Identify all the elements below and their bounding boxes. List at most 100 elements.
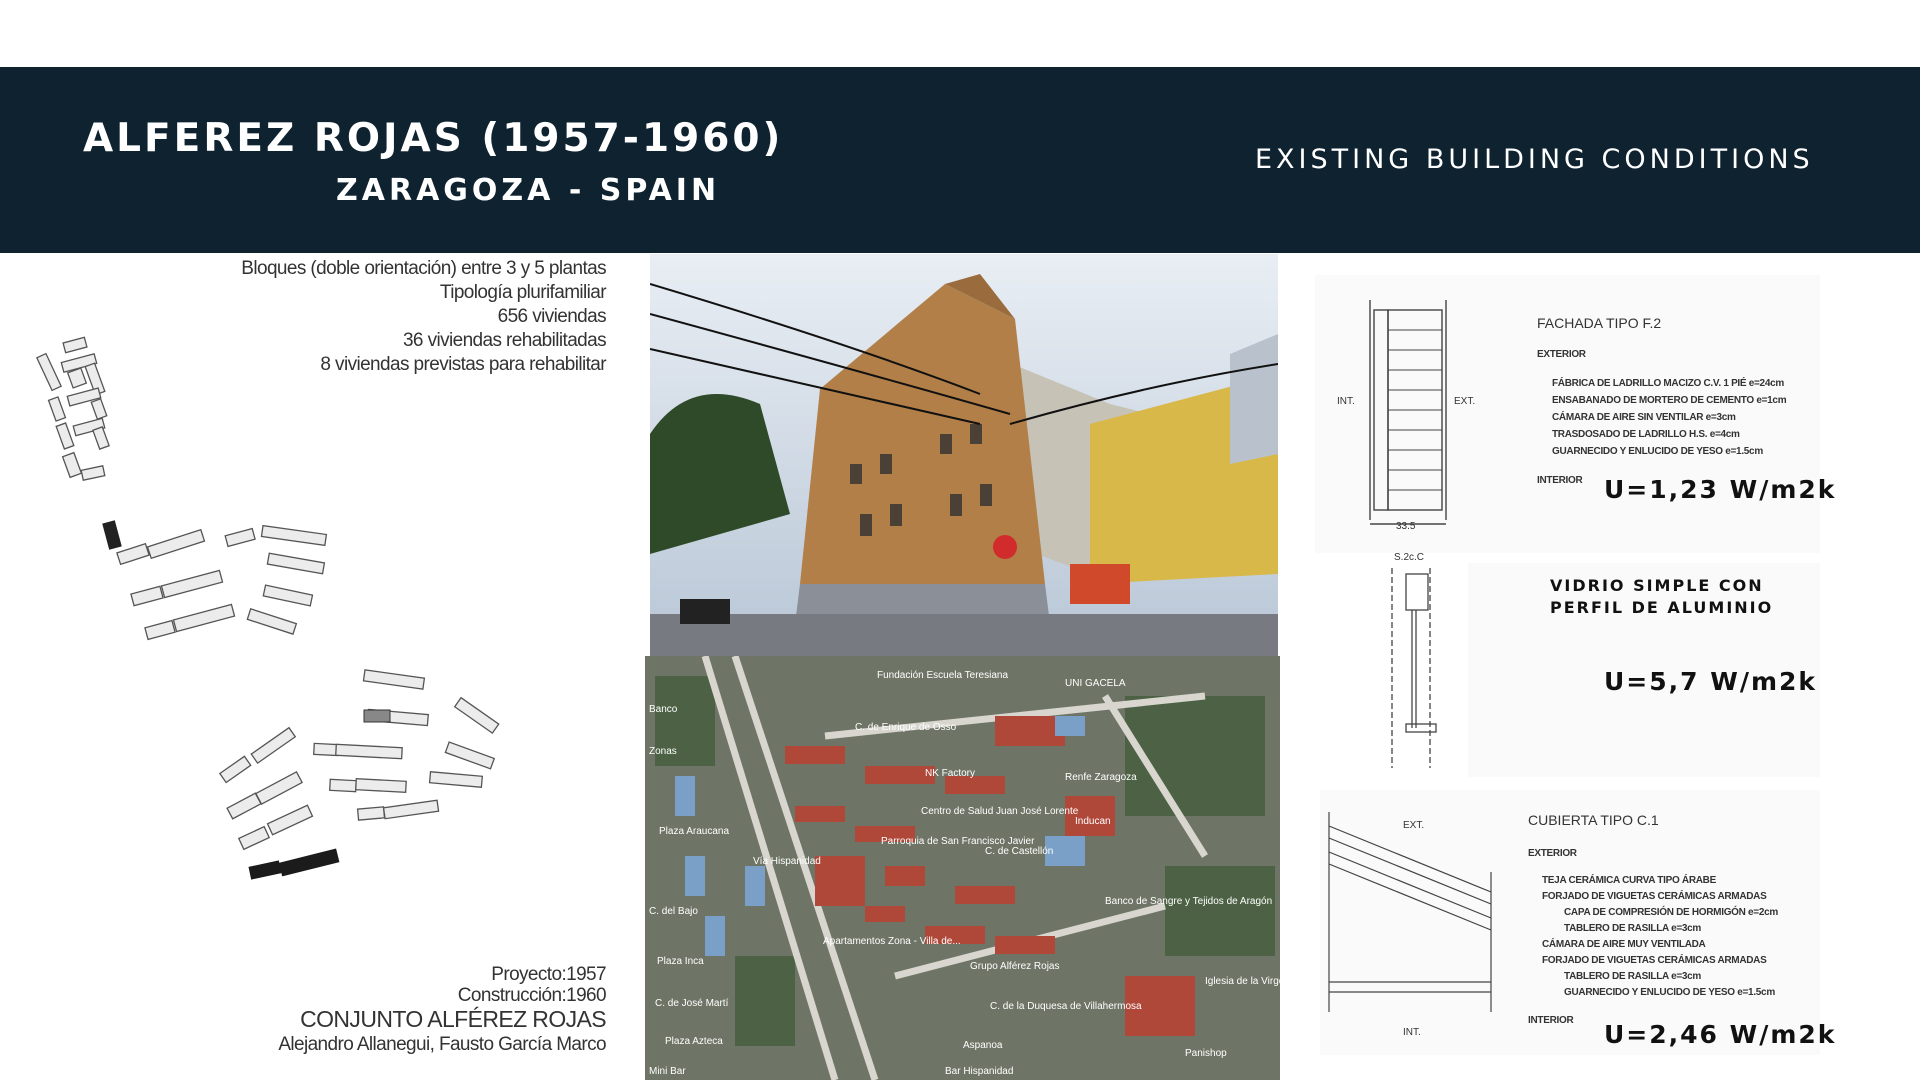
roof-exterior-label: EXTERIOR [1528, 848, 1577, 859]
map-label[interactable]: Centro de Salud Juan José Lorente [921, 806, 1078, 817]
block [90, 397, 108, 421]
facade-section-drawing [1369, 300, 1447, 525]
map-label[interactable]: Fundación Escuela Teresiana [877, 670, 1008, 681]
map-label[interactable]: Banco de Sangre y Tejidos de Aragón [1105, 896, 1272, 907]
block [116, 542, 150, 566]
rehabilitated-block [278, 848, 340, 877]
page-subtitle: ZARAGOZA - SPAIN [336, 173, 721, 208]
block [262, 584, 314, 607]
map-label[interactable]: Plaza Araucana [659, 826, 729, 837]
summary-line-2: Tipología plurifamiliar [439, 282, 607, 303]
roof-layer: TABLERO DE RASILLA e=3cm [1564, 971, 1701, 982]
block [313, 742, 339, 757]
block [160, 569, 224, 599]
roof-layer: TABLERO DE RASILLA e=3cm [1564, 923, 1701, 934]
roof-layer: TEJA CERÁMICA CURVA TIPO ÁRABE [1542, 875, 1716, 886]
block [329, 778, 357, 793]
roof-ext-label: EXT. [1403, 820, 1425, 831]
map-label[interactable]: C. de la Duquesa de Villahermosa [990, 1001, 1142, 1012]
block [35, 352, 63, 392]
map-label[interactable]: C. del Bajo [649, 906, 698, 917]
map-label[interactable]: Inducan [1075, 816, 1111, 827]
map-label[interactable]: Grupo Alférez Rojas [970, 961, 1060, 972]
map-label[interactable]: Iglesia de la Virgen [1205, 976, 1280, 987]
block [356, 806, 386, 821]
block [61, 451, 83, 479]
summary-line-1: Bloques (doble orientación) entre 3 y 5 … [241, 258, 606, 279]
roof-layer: FORJADO DE VIGUETAS CERÁMICAS ARMADAS [1542, 955, 1767, 966]
block [266, 552, 326, 575]
map-label[interactable]: Vía Hispanidad [753, 856, 821, 867]
facade-ext-label: EXT. [1454, 396, 1476, 407]
map-label[interactable]: Banco [649, 704, 677, 715]
block [444, 741, 496, 770]
map-label[interactable]: Apartamentos Zona - Villa de... [823, 936, 961, 947]
map-label[interactable]: C. de Enrique de Osso [855, 722, 956, 733]
roof-u-value: U=2,46 W/m2k [1604, 1020, 1837, 1049]
highlighted-block [102, 520, 122, 550]
map-label[interactable]: Plaza Inca [657, 956, 704, 967]
map-label[interactable]: Plaza Azteca [665, 1036, 723, 1047]
block [246, 608, 298, 635]
satellite-map-illustration [645, 656, 1280, 1080]
block [260, 524, 328, 547]
block [226, 792, 262, 820]
project-name: CONJUNTO ALFÉREZ ROJAS [300, 1006, 606, 1032]
block [453, 696, 500, 735]
section-title: EXISTING BUILDING CONDITIONS [1255, 144, 1814, 175]
roof-layer: CÁMARA DE AIRE MUY VENTILADA [1542, 939, 1706, 950]
facade-layer: TRASDOSADO DE LADRILLO H.S. e=4cm [1552, 429, 1740, 440]
block [266, 804, 314, 836]
facade-layer: ENSABANADO DE MORTERO DE CEMENTO e=1cm [1552, 395, 1787, 406]
block [224, 527, 256, 548]
map-label[interactable]: Panishop [1185, 1048, 1227, 1059]
block [130, 585, 164, 607]
block [218, 755, 252, 784]
facade-u-value: U=1,23 W/m2k [1604, 475, 1837, 504]
map-label[interactable]: Bar Hispanidad [945, 1066, 1013, 1077]
map-label[interactable]: C. de José Martí [655, 998, 728, 1009]
block [146, 528, 206, 560]
street-photo [650, 254, 1278, 656]
map-label[interactable]: C. de Castellón [985, 846, 1053, 857]
block [237, 825, 271, 851]
roof-layer: GUARNECIDO Y ENLUCIDO DE YESO e=1.5cm [1564, 987, 1775, 998]
facade-layer: GUARNECIDO Y ENLUCIDO DE YESO e=1.5cm [1552, 446, 1763, 457]
block [355, 778, 407, 793]
facade-exterior-label: EXTERIOR [1537, 349, 1586, 360]
facade-layer: CÁMARA DE AIRE SIN VENTILAR e=3cm [1552, 412, 1736, 423]
block [428, 771, 484, 788]
block [362, 669, 426, 690]
block [80, 465, 106, 481]
roof-layer: CAPA DE COMPRESIÓN DE HORMIGÓN e=2cm [1564, 907, 1778, 918]
block [55, 422, 75, 450]
map-label[interactable]: Aspanoa [963, 1040, 1002, 1051]
map-label[interactable]: NK Factory [925, 768, 975, 779]
map-label[interactable]: Zonas [649, 746, 677, 757]
window-section-drawing [1391, 568, 1437, 768]
roof-title: CUBIERTA TIPO C.1 [1528, 812, 1659, 828]
map-label[interactable]: UNI GACELA [1065, 678, 1126, 689]
block [250, 726, 297, 765]
page-title: ALFEREZ ROJAS (1957-1960) [83, 116, 784, 161]
roof-interior-label: INTERIOR [1528, 1015, 1574, 1026]
construction-year: Construcción:1960 [457, 985, 607, 1006]
facade-int-label: INT. [1337, 396, 1355, 407]
map-label[interactable]: Mini Bar [649, 1066, 686, 1077]
street-photo-illustration [650, 254, 1278, 656]
window-description-2: PERFIL DE ALUMINIO [1550, 598, 1774, 617]
block [254, 771, 304, 805]
map-label[interactable]: Renfe Zaragoza [1065, 772, 1137, 783]
block [382, 799, 440, 820]
block [47, 396, 67, 422]
roof-section-drawing [1328, 812, 1492, 1012]
rehabilitated-block [248, 860, 282, 880]
roof-layer: FORJADO DE VIGUETAS CERÁMICAS ARMADAS [1542, 891, 1767, 902]
hatched-block [363, 709, 391, 723]
block [335, 743, 403, 760]
block [92, 426, 110, 450]
facade-interior-label: INTERIOR [1537, 475, 1583, 486]
satellite-map[interactable]: Fundación Escuela Teresiana C. de Enriqu… [645, 656, 1280, 1080]
site-plan [35, 336, 500, 880]
block [62, 336, 88, 354]
